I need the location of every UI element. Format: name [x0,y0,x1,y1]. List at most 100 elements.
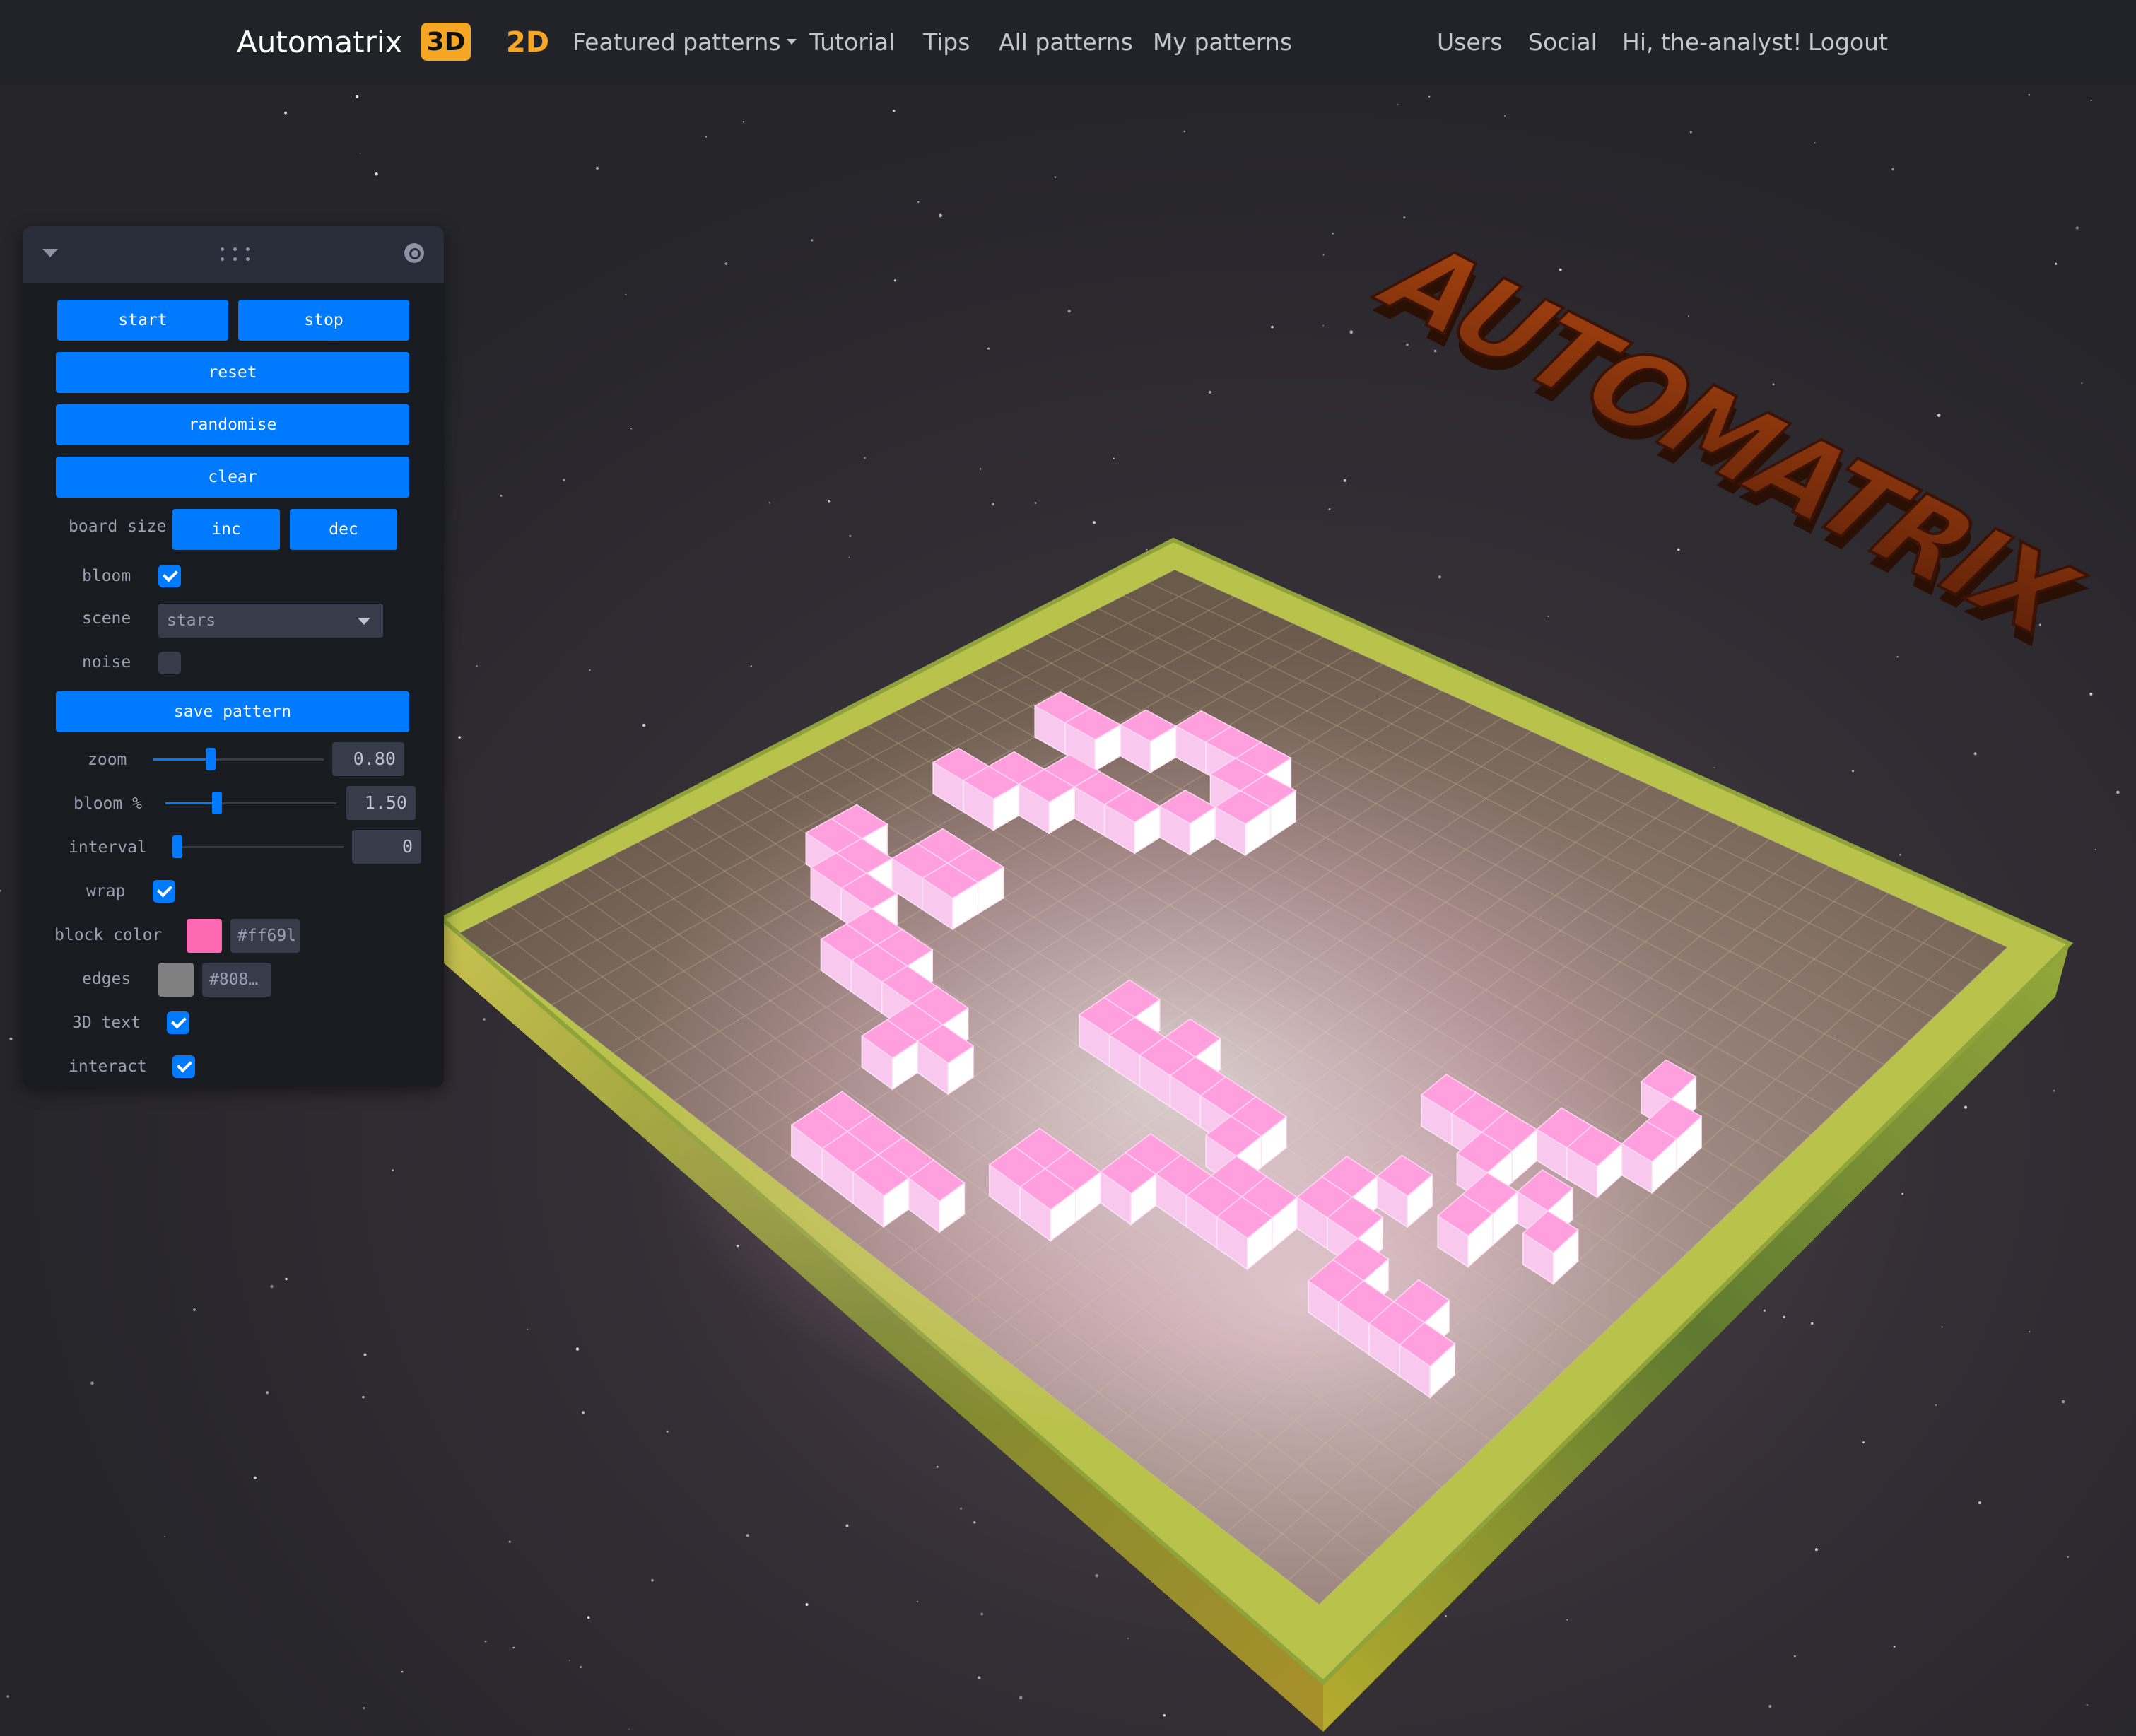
zoom-value-input[interactable]: 0.80 [332,742,404,776]
board-size-label: board size [69,517,167,536]
wrap-checkbox[interactable] [153,880,175,903]
3d-text-checkbox[interactable] [167,1011,189,1034]
edges-color-hex-input[interactable]: #808… [202,963,271,997]
bloom-percent-label: bloom % [74,794,142,813]
star [1935,1404,1937,1406]
nav-tips[interactable]: Tips [923,23,970,61]
star [483,1018,486,1021]
zoom-slider[interactable] [153,745,324,773]
zoom-label: zoom [88,751,127,769]
star [1183,130,1186,133]
star [1095,1573,1098,1578]
star [1763,1309,1766,1312]
stop-button[interactable]: stop [238,300,409,341]
block-color-swatch[interactable] [187,919,222,953]
star [1896,656,1899,658]
interact-label: interact [69,1057,147,1076]
panel-header[interactable] [23,226,444,283]
star [587,1616,590,1619]
star [2116,790,2120,794]
drag-handle-icon[interactable] [219,245,253,264]
noise-checkbox[interactable] [158,652,181,674]
star [508,1540,511,1543]
nav-social[interactable]: Social [1528,23,1597,61]
star [1814,142,1816,144]
board-size-dec-button[interactable]: dec [290,509,397,550]
nav-user-greeting[interactable]: Hi, the-analyst! [1622,23,1802,61]
star [1397,104,1399,105]
randomise-button[interactable]: randomise [56,404,409,445]
star [2055,262,2058,265]
star [742,121,745,123]
star [979,468,982,470]
star [356,95,359,98]
star [1862,1441,1865,1443]
star [1163,1713,1166,1717]
brand-logo[interactable]: Automatrix [237,21,402,64]
clear-button[interactable]: clear [56,457,409,498]
star [2028,94,2031,96]
star [973,1521,976,1524]
scene-select[interactable]: stars [158,604,383,638]
zoom-slider-thumb[interactable] [206,748,216,770]
star [362,1396,365,1399]
star [1438,575,1441,579]
bloom-checkbox[interactable] [158,565,181,587]
search-icon[interactable] [404,243,424,263]
nav-my-patterns[interactable]: My patterns [1153,23,1292,61]
collapse-chevron-icon[interactable] [42,249,58,257]
edges-color-swatch[interactable] [158,963,194,997]
star [1445,1615,1447,1617]
star [284,111,288,115]
interval-slider[interactable] [172,833,344,861]
star [750,665,752,667]
star [625,293,627,295]
top-navbar: Automatrix 3D 2D Featured patterns Tutor… [0,0,2136,85]
star [285,1277,288,1281]
nav-tutorial[interactable]: Tutorial [809,23,895,61]
bloom-percent-slider[interactable] [165,789,336,817]
star [960,1507,963,1510]
star [1768,1705,1772,1708]
nav-all-patterns[interactable]: All patterns [999,23,1133,61]
mode-2d-link[interactable]: 2D [506,21,549,64]
star [2090,99,2092,101]
star [893,110,896,112]
start-button[interactable]: start [57,300,228,341]
star [849,534,852,538]
star [1566,1619,1568,1621]
star [811,239,814,242]
interval-value-input[interactable]: 0 [352,830,421,864]
featured-patterns-label: Featured patterns [573,28,781,56]
star [363,1353,367,1356]
board-size-inc-button[interactable]: inc [172,509,280,550]
star [569,1660,570,1661]
star [375,172,378,176]
star [991,503,994,506]
star [845,1524,849,1527]
star [2089,692,2093,696]
star [2067,1556,2069,1558]
featured-patterns-dropdown[interactable]: Featured patterns [573,23,797,61]
interact-checkbox[interactable] [172,1055,195,1078]
interval-slider-thumb[interactable] [172,835,182,858]
bloom-percent-value-input[interactable]: 1.50 [346,786,416,820]
mode-3d-badge[interactable]: 3D [421,23,471,61]
reset-button[interactable]: reset [56,352,409,393]
bloom-percent-slider-thumb[interactable] [212,792,223,814]
star [1034,502,1037,504]
scene-label: scene [82,609,131,628]
star [1504,115,1506,117]
block-color-hex-input[interactable]: #ff69l [230,919,300,953]
bloom-label: bloom [82,567,131,585]
nav-users[interactable]: Users [1437,23,1502,61]
star [253,1476,257,1479]
star [1794,1655,1796,1658]
nav-logout[interactable]: Logout [1808,23,1888,61]
star [1019,1696,1023,1700]
star [1937,414,1941,417]
star [1783,1315,1786,1319]
save-pattern-button[interactable]: save pattern [56,691,409,732]
star [2095,849,2096,850]
star [1127,1638,1129,1639]
